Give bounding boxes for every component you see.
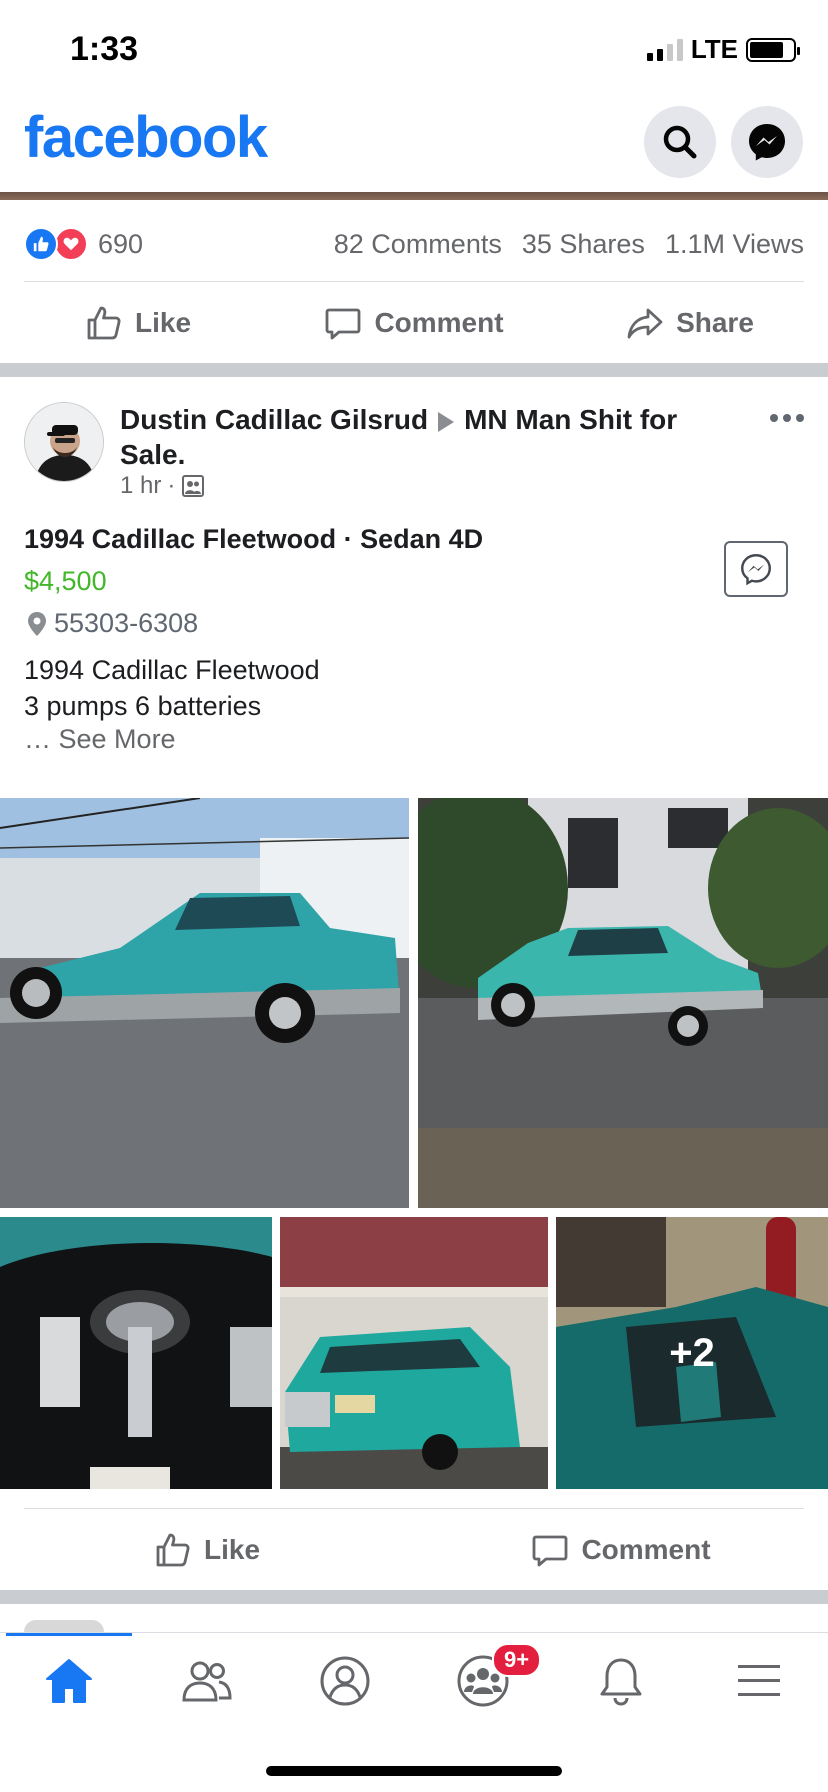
post-actions: Like Comment <box>0 1514 828 1586</box>
avatar[interactable] <box>24 402 104 482</box>
status-time: 1:33 <box>70 30 139 68</box>
group-privacy-icon <box>182 475 205 497</box>
comment-button[interactable]: Comment <box>276 304 552 342</box>
share-button[interactable]: Share <box>552 304 828 342</box>
views-count: 1.1M Views <box>664 228 804 259</box>
post-header: Dustin Cadillac Gilsrud MN Man Shit for S… <box>24 400 804 510</box>
author-name[interactable]: Dustin Cadillac Gilsrud <box>120 404 428 435</box>
previous-post-image-edge <box>0 192 828 200</box>
post-meta: 1 hr · <box>120 472 205 500</box>
like-reaction-icon <box>24 227 58 261</box>
comments-count[interactable]: 82 Comments <box>334 229 502 260</box>
friends-icon <box>182 1661 232 1701</box>
reactions-summary[interactable]: 690 82 Comments 35 Shares 1.1M Views <box>24 222 804 266</box>
listing-photo-5[interactable]: +2 <box>556 1217 828 1489</box>
see-more-link[interactable]: … See More <box>24 724 176 755</box>
divider <box>24 1508 804 1509</box>
listing-photo-2[interactable] <box>418 798 828 1208</box>
battery-icon <box>746 37 800 62</box>
tab-profile[interactable] <box>276 1633 414 1728</box>
listing-location: 55303-6308 <box>26 608 198 639</box>
comment-button[interactable]: Comment <box>414 1531 828 1569</box>
listing-title[interactable]: 1994 Cadillac Fleetwood · Sedan 4D <box>24 524 483 555</box>
tab-notifications[interactable] <box>552 1633 690 1728</box>
messenger-button[interactable] <box>731 106 803 178</box>
message-seller-button[interactable] <box>724 541 788 597</box>
more-options-icon[interactable] <box>770 414 804 422</box>
bottom-tab-bar: 9+ <box>0 1632 828 1728</box>
thumbs-up-icon <box>156 1533 190 1567</box>
tab-friends[interactable] <box>138 1633 276 1728</box>
home-indicator[interactable] <box>266 1766 562 1776</box>
tab-home[interactable] <box>0 1633 138 1728</box>
listing-photo-3[interactable] <box>0 1217 272 1489</box>
comment-label: Comment <box>374 307 504 338</box>
engagement-stats: 82 Comments 35 Shares 1.1M Views <box>334 229 804 260</box>
more-photos-overlay[interactable]: +2 <box>556 1217 828 1489</box>
feed-separator <box>0 1590 828 1604</box>
profile-icon <box>320 1656 370 1705</box>
see-more-label: See More <box>58 724 176 754</box>
messenger-icon <box>749 124 785 161</box>
comment-icon <box>326 308 361 340</box>
tab-menu[interactable] <box>690 1633 828 1728</box>
like-label: Like <box>203 1534 261 1565</box>
search-button[interactable] <box>644 106 716 178</box>
meta-dot: · <box>167 472 176 499</box>
location-text: 55303-6308 <box>54 608 199 638</box>
listing-description: 1994 Cadillac Fleetwood 3 pumps 6 batter… <box>24 652 320 724</box>
groups-badge: 9+ <box>492 1643 542 1677</box>
description-line: 3 pumps 6 batteries <box>24 691 262 721</box>
status-indicators: LTE <box>646 34 800 65</box>
next-post-avatar-peek <box>24 1620 104 1632</box>
post-time[interactable]: 1 hr <box>120 472 161 500</box>
reaction-icons <box>24 227 90 261</box>
post-author-line: Dustin Cadillac Gilsrud MN Man Shit for S… <box>120 402 720 472</box>
status-bar: 1:33 LTE <box>0 0 828 100</box>
feed-separator <box>0 363 828 377</box>
home-icon <box>46 1658 92 1703</box>
messenger-icon <box>741 554 771 586</box>
share-icon <box>627 308 663 339</box>
listing-photo-1[interactable] <box>0 798 409 1208</box>
app-header: facebook <box>0 100 828 192</box>
description-line: 1994 Cadillac Fleetwood <box>24 655 320 685</box>
like-button[interactable]: Like <box>0 1531 414 1569</box>
like-button[interactable]: Like <box>0 304 276 342</box>
shares-count[interactable]: 35 Shares <box>522 229 645 260</box>
love-reaction-icon <box>54 227 88 261</box>
arrow-right-icon <box>438 411 455 432</box>
divider <box>24 281 804 282</box>
thumbs-up-icon <box>87 306 121 340</box>
notifications-icon <box>600 1658 642 1706</box>
comment-icon <box>533 1535 568 1567</box>
comment-label: Comment <box>581 1534 711 1565</box>
listing-price: $4,500 <box>24 566 107 596</box>
signal-icon <box>646 38 683 61</box>
share-label: Share <box>676 307 754 338</box>
tab-groups[interactable]: 9+ <box>414 1633 552 1728</box>
reaction-count: 690 <box>98 228 144 259</box>
network-label: LTE <box>690 34 738 64</box>
like-label: Like <box>134 307 192 338</box>
listing-photo-4[interactable] <box>280 1217 548 1489</box>
menu-icon <box>738 1664 780 1696</box>
search-icon <box>663 125 697 159</box>
facebook-logo[interactable]: facebook <box>24 104 268 171</box>
location-pin-icon <box>28 611 46 636</box>
previous-post-actions: Like Comment Share <box>0 287 828 359</box>
